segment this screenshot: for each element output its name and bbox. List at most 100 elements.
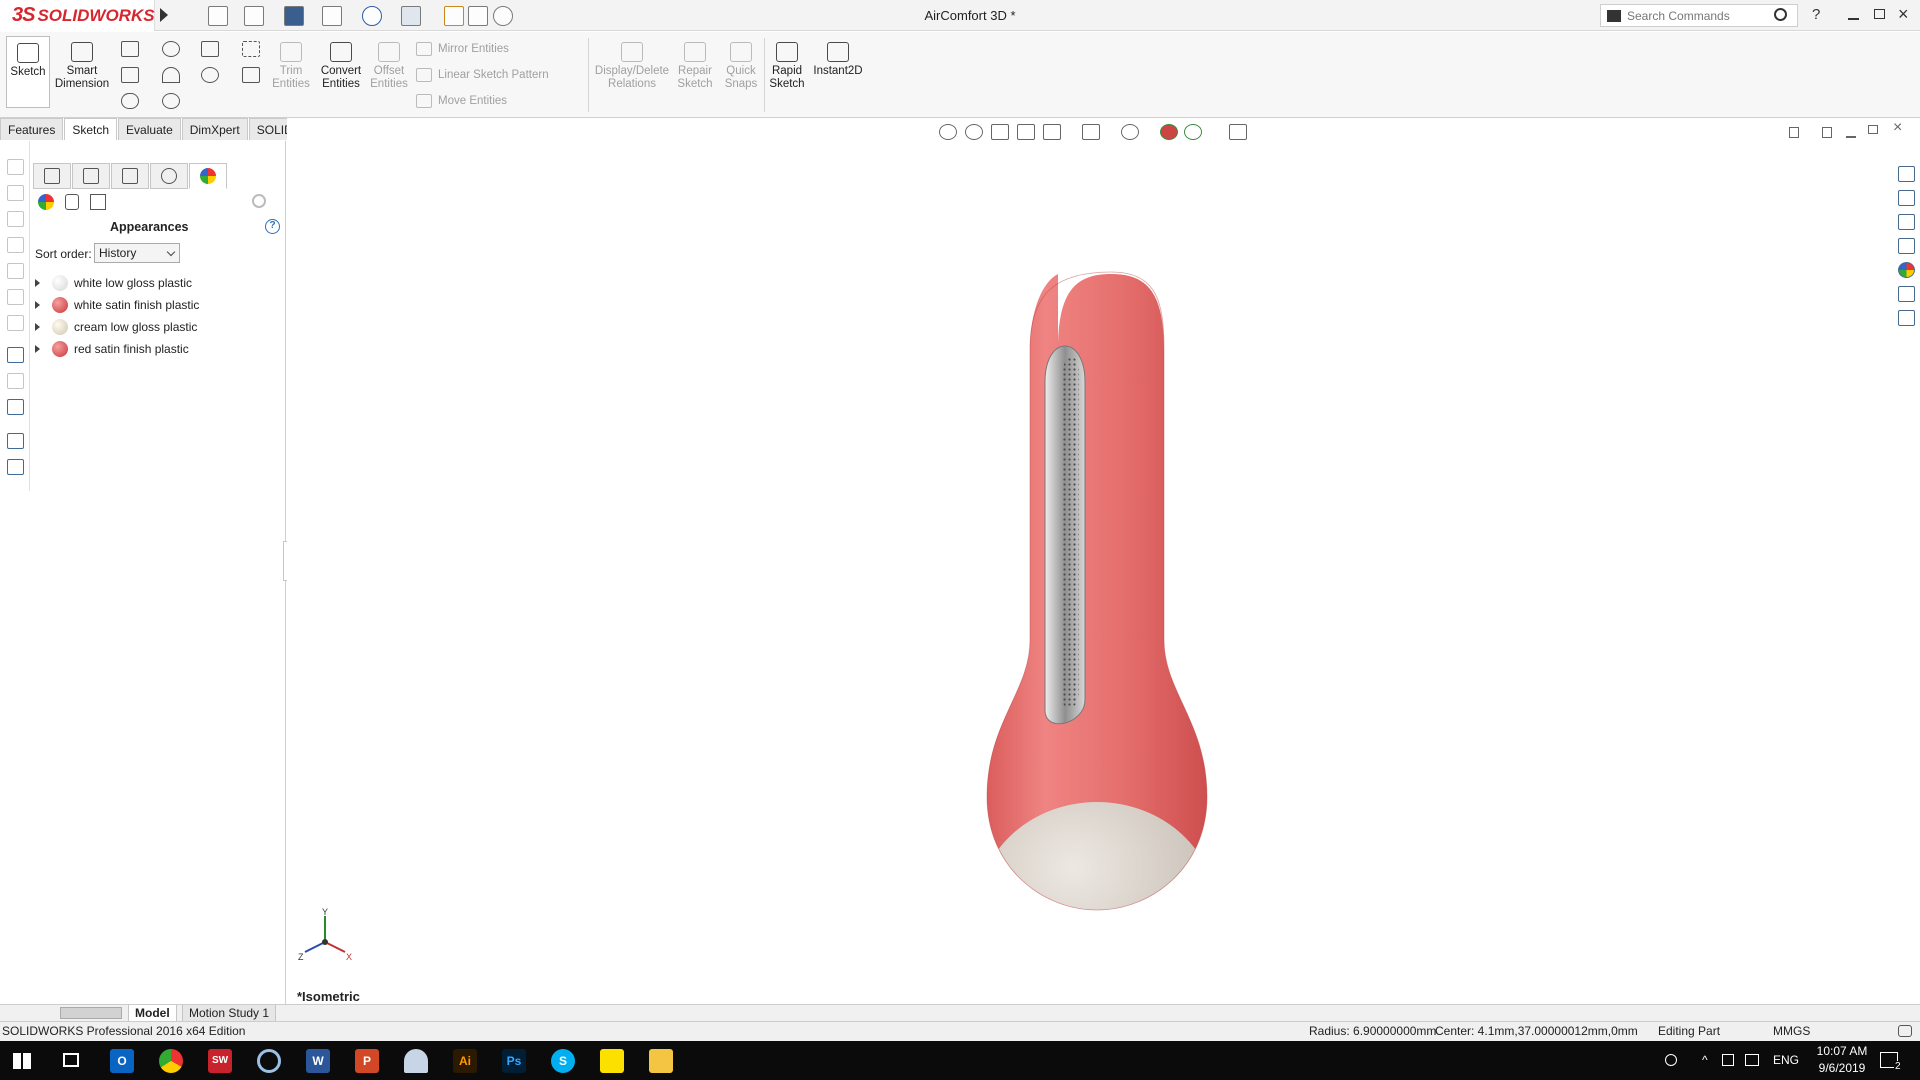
- linear-sketch-pattern-button[interactable]: Linear Sketch Pattern: [416, 68, 549, 82]
- hide-show-items-icon[interactable]: [1121, 124, 1139, 140]
- repair-sketch-button[interactable]: Repair Sketch: [674, 42, 716, 91]
- rapid-sketch-button[interactable]: Rapid Sketch: [766, 42, 808, 91]
- scenes-icon[interactable]: [90, 194, 106, 210]
- display-style-icon[interactable]: [1082, 124, 1100, 140]
- outlook-icon[interactable]: O: [110, 1049, 134, 1073]
- sticky-notes-icon[interactable]: [600, 1049, 624, 1073]
- line-icon[interactable]: [121, 41, 139, 57]
- help-icon[interactable]: ?: [265, 219, 280, 234]
- arc-icon[interactable]: [162, 67, 180, 83]
- illustrator-icon[interactable]: Ai: [453, 1049, 477, 1073]
- open-folder-icon[interactable]: [244, 6, 264, 26]
- sort-order-select[interactable]: History: [94, 243, 180, 263]
- point-icon[interactable]: [162, 93, 180, 109]
- section-view-icon[interactable]: [1017, 124, 1035, 140]
- tab-scroll-arrows[interactable]: [60, 1007, 122, 1019]
- expand-arrow-icon[interactable]: [35, 301, 40, 309]
- tile-left-icon[interactable]: [1789, 127, 1799, 138]
- aircomfort-3d-model[interactable]: [967, 222, 1227, 972]
- unit-system[interactable]: MMGS: [1773, 1022, 1810, 1041]
- feature-icon[interactable]: [7, 211, 24, 227]
- tab-features[interactable]: Features: [0, 118, 64, 140]
- offset-entities-button[interactable]: Offset Entities: [365, 42, 413, 91]
- powerpoint-icon[interactable]: P: [355, 1049, 379, 1073]
- appearance-item-cream-low-gloss[interactable]: cream low gloss plastic: [35, 317, 197, 337]
- feature-icon[interactable]: [7, 289, 24, 305]
- edit-appearance-icon[interactable]: [1160, 124, 1178, 140]
- tile-right-icon[interactable]: [1822, 127, 1832, 138]
- tab-motion-study-1[interactable]: Motion Study 1: [182, 1005, 277, 1022]
- smart-dimension-button[interactable]: Smart Dimension: [52, 42, 112, 91]
- zoom-to-fit-icon[interactable]: [939, 124, 957, 140]
- display-manager-tab[interactable]: [189, 163, 227, 189]
- photoshop-icon[interactable]: Ps: [502, 1049, 526, 1073]
- view-palette-icon[interactable]: [1898, 238, 1915, 254]
- configuration-manager-tab[interactable]: [111, 163, 149, 189]
- file-properties-icon[interactable]: [468, 6, 488, 26]
- rebuild-icon[interactable]: [444, 6, 464, 26]
- flyout-arrow-icon[interactable]: [160, 8, 168, 22]
- expand-arrow-icon[interactable]: [35, 323, 40, 331]
- file-explorer-icon[interactable]: [1898, 214, 1915, 230]
- property-manager-tab[interactable]: [72, 163, 110, 189]
- volume-icon[interactable]: [1722, 1054, 1734, 1066]
- apply-scene-icon[interactable]: [1184, 124, 1202, 140]
- slot-icon[interactable]: [121, 93, 139, 109]
- appearance-item-red-satin[interactable]: red satin finish plastic: [35, 339, 189, 359]
- sketch-tool-icon[interactable]: [7, 399, 24, 415]
- search-appearance-icon[interactable]: [252, 194, 266, 208]
- polygon-icon[interactable]: [201, 67, 219, 83]
- feature-icon[interactable]: [7, 315, 24, 331]
- sketch-button[interactable]: Sketch: [6, 36, 50, 108]
- spline-icon[interactable]: [201, 41, 219, 57]
- status-tooltip-icon[interactable]: [1898, 1025, 1912, 1037]
- tab-model[interactable]: Model: [128, 1005, 177, 1022]
- sketch-tool-icon[interactable]: [7, 347, 24, 363]
- design-library-icon[interactable]: [1898, 190, 1915, 206]
- print-icon[interactable]: [322, 6, 342, 26]
- view-tool-icon[interactable]: [7, 433, 24, 449]
- solidworks-resources-icon[interactable]: [1898, 166, 1915, 182]
- undo-icon[interactable]: [362, 6, 382, 26]
- clock-date[interactable]: 9/6/2019: [1812, 1061, 1872, 1075]
- clock-time[interactable]: 10:07 AM: [1812, 1044, 1872, 1058]
- circle-icon[interactable]: [162, 41, 180, 57]
- convert-entities-button[interactable]: Convert Entities: [316, 42, 366, 91]
- zoom-to-area-icon[interactable]: [965, 124, 983, 140]
- feature-manager-tab[interactable]: [33, 163, 71, 189]
- dimxpert-manager-tab[interactable]: [150, 163, 188, 189]
- tab-evaluate[interactable]: Evaluate: [118, 118, 181, 140]
- appearance-item-white-satin[interactable]: white satin finish plastic: [35, 295, 199, 315]
- view-tool-icon[interactable]: [7, 459, 24, 475]
- mirror-entities-button[interactable]: Mirror Entities: [416, 42, 509, 56]
- instant2d-button[interactable]: Instant2D: [810, 42, 866, 78]
- tab-dimxpert[interactable]: DimXpert: [181, 118, 248, 140]
- expand-arrow-icon[interactable]: [35, 345, 40, 353]
- viewport-minimize-icon[interactable]: [1846, 136, 1856, 138]
- feature-icon[interactable]: [7, 159, 24, 175]
- show-hidden-icons-icon[interactable]: ^: [1702, 1053, 1708, 1067]
- options-gear-icon[interactable]: [493, 6, 513, 26]
- solidworks-taskbar-icon[interactable]: SW: [208, 1049, 232, 1073]
- app-circle-icon[interactable]: [257, 1049, 281, 1073]
- trim-entities-button[interactable]: Trim Entities: [268, 42, 314, 91]
- network-icon[interactable]: [1745, 1054, 1759, 1066]
- text-icon[interactable]: [242, 67, 260, 83]
- file-explorer-icon[interactable]: [649, 1049, 673, 1073]
- task-view-icon[interactable]: [63, 1053, 79, 1067]
- feature-icon[interactable]: [7, 185, 24, 201]
- people-icon[interactable]: [1665, 1054, 1677, 1066]
- windows-start-icon[interactable]: [13, 1053, 31, 1069]
- close-window-icon[interactable]: ×: [1898, 4, 1909, 25]
- search-commands-input[interactable]: Search Commands: [1600, 4, 1798, 27]
- appearance-item-white-low-gloss[interactable]: white low gloss plastic: [35, 273, 192, 293]
- forum-icon[interactable]: [1898, 310, 1915, 326]
- graphics-area[interactable]: × Y X Z *Isometric: [287, 118, 1920, 1008]
- skype-icon[interactable]: S: [551, 1049, 575, 1073]
- view-orientation-icon[interactable]: [1043, 124, 1061, 140]
- view-settings-icon[interactable]: [1229, 124, 1247, 140]
- language-indicator[interactable]: ENG: [1773, 1053, 1799, 1067]
- viewport-restore-icon[interactable]: [1868, 125, 1878, 134]
- expand-arrow-icon[interactable]: [35, 279, 40, 287]
- chrome-icon[interactable]: [159, 1049, 183, 1073]
